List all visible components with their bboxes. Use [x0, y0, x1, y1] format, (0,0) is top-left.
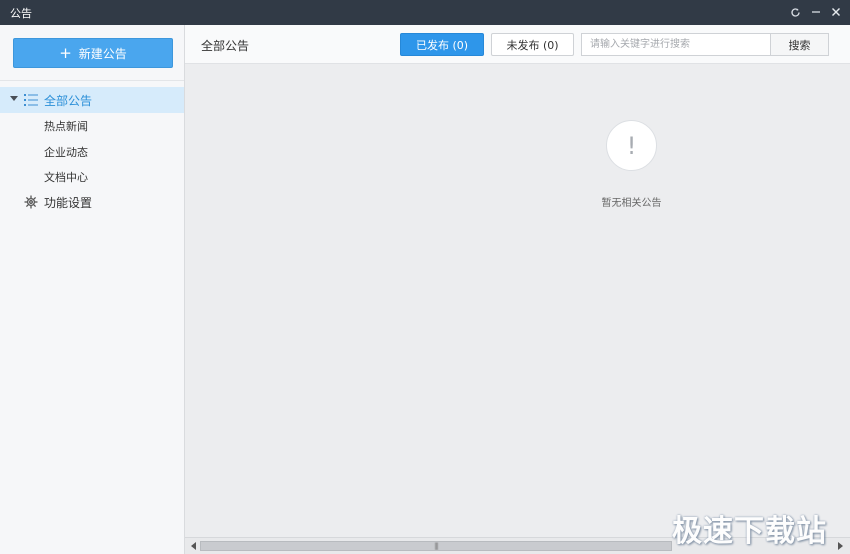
window-title: 公告: [10, 7, 32, 20]
title-bar: 公告: [0, 0, 850, 25]
tree-item-label: 文档中心: [44, 171, 88, 184]
search-button[interactable]: 搜索: [770, 33, 829, 56]
scroll-right-arrow-icon[interactable]: [838, 542, 843, 550]
tree-item-hot-news[interactable]: 热点新闻: [0, 113, 184, 137]
tree-item-company-news[interactable]: 企业动态: [0, 139, 184, 163]
scrollbar-thumb[interactable]: |||: [200, 541, 672, 551]
search-input[interactable]: [581, 33, 771, 56]
page-title: 全部公告: [201, 39, 250, 53]
sidebar-divider: [0, 80, 184, 81]
tree-item-all-announcements[interactable]: 全部公告: [0, 87, 184, 113]
minimize-icon[interactable]: [807, 3, 825, 21]
settings-label: 功能设置: [44, 196, 93, 210]
tab-unpublished[interactable]: 未发布 (0): [491, 33, 574, 56]
tree-item-document-center[interactable]: 文档中心: [0, 164, 184, 188]
sidebar: + 新建公告 全部公告 热点新闻 企业动态 文档中心 功能设置: [0, 25, 185, 554]
main-panel: 全部公告 已发布 (0) 未发布 (0) 搜索 ! 暂无相关公告 |||: [185, 25, 850, 554]
close-icon[interactable]: [827, 3, 845, 21]
tree-item-label: 企业动态: [44, 146, 88, 159]
caret-down-icon[interactable]: [10, 96, 18, 101]
tab-published[interactable]: 已发布 (0): [400, 33, 484, 56]
gear-icon: [24, 195, 38, 209]
refresh-icon[interactable]: [786, 3, 804, 21]
plus-icon: +: [59, 43, 72, 62]
empty-state-text: 暂无相关公告: [601, 198, 662, 209]
tree-root-label: 全部公告: [44, 94, 93, 108]
toolbar: 全部公告 已发布 (0) 未发布 (0) 搜索: [185, 25, 850, 64]
watermark-logo: 极速下载站: [672, 514, 827, 549]
sidebar-item-settings[interactable]: 功能设置: [0, 190, 184, 214]
scroll-left-arrow-icon[interactable]: [191, 542, 196, 550]
list-icon: [24, 94, 38, 106]
tree-item-label: 热点新闻: [44, 120, 88, 133]
new-announcement-label: 新建公告: [78, 46, 127, 61]
new-announcement-button[interactable]: + 新建公告: [13, 38, 173, 68]
scrollbar-grip: |||: [433, 541, 439, 550]
exclamation-icon: !: [606, 120, 657, 171]
